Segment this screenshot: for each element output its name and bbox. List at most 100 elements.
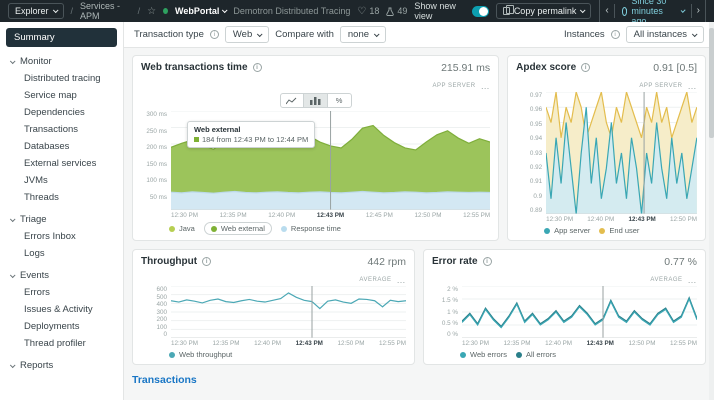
- dashboard-content: Web transactions time 215.91 ms APP SERV…: [124, 48, 714, 400]
- sidebar-section-events[interactable]: Events: [0, 265, 123, 284]
- bar-chart-toggle-button[interactable]: [303, 93, 328, 108]
- legend-item[interactable]: Response time: [280, 224, 341, 233]
- breadcrumb-services[interactable]: Services - APM: [80, 1, 131, 21]
- sidebar-item[interactable]: Issues & Activity: [0, 301, 123, 318]
- section-label: Triage: [20, 214, 47, 225]
- x-tick-label: 12:50 PM: [337, 340, 365, 347]
- favorite-star-icon[interactable]: ☆: [147, 6, 156, 17]
- instances-value: All instances: [633, 29, 687, 40]
- y-tick-label: 100: [156, 323, 167, 331]
- y-tick-label: 0.97: [529, 92, 543, 99]
- chart-plot-area: 300 ms 250 ms 200 ms 150 ms 100 ms 50 ms Web …: [141, 111, 491, 210]
- web-transactions-chart[interactable]: Web external 184 from 12:43 PM to 12:44 …: [171, 111, 491, 210]
- info-icon[interactable]: [209, 30, 219, 39]
- card-metric: 0.77 % AVERAGE …: [650, 256, 697, 286]
- sidebar-events-items: Errors Issues & Activity Deployments Thread…: [0, 284, 123, 352]
- sidebar-item[interactable]: Databases: [0, 138, 123, 155]
- experiments-count[interactable]: 49: [386, 6, 407, 16]
- sidebar-item[interactable]: Deployments: [0, 318, 123, 335]
- chevron-down-icon: [580, 7, 586, 14]
- legend-item[interactable]: Web throughput: [169, 350, 232, 359]
- sidebar-item[interactable]: Errors Inbox: [0, 228, 123, 245]
- sidebar-section-triage[interactable]: Triage: [0, 209, 123, 228]
- app-selector[interactable]: WebPortal: [175, 6, 228, 16]
- error-rate-chart[interactable]: [462, 286, 697, 338]
- metric-value: 215.91 ms: [441, 62, 491, 74]
- top-navigation-bar: Explorer / Services - APM / ☆ WebPortal …: [0, 0, 714, 29]
- legend-item[interactable]: Java: [169, 224, 195, 233]
- instances-controls: Instances All instances: [564, 26, 704, 43]
- explorer-menu-button[interactable]: Explorer: [8, 3, 64, 19]
- section-label: Reports: [20, 360, 54, 371]
- sidebar-item[interactable]: External services: [0, 155, 123, 172]
- card-metric: 215.91 ms APP SERVER …: [432, 62, 490, 92]
- legend-item[interactable]: App server: [544, 226, 590, 235]
- chevron-down-icon: [691, 30, 698, 37]
- legend-item[interactable]: Web errors: [460, 350, 507, 359]
- y-axis-labels: 600 500 400 300 200 100 0: [141, 286, 171, 338]
- sidebar-section-reports[interactable]: Reports: [0, 355, 123, 374]
- legend-label: End user: [609, 226, 640, 235]
- time-back-button[interactable]: ‹: [600, 4, 615, 18]
- sidebar-section-monitor[interactable]: Monitor: [0, 51, 123, 70]
- y-tick-label: 400: [156, 301, 167, 308]
- time-forward-button[interactable]: ›: [690, 4, 705, 18]
- info-icon[interactable]: [482, 257, 492, 266]
- compare-with-label: Compare with: [275, 29, 334, 40]
- metric-sub-label: APP SERVER: [432, 83, 476, 89]
- x-tick-label: 12:40 PM: [268, 212, 296, 219]
- info-icon[interactable]: [252, 63, 262, 72]
- legend-dot: [460, 351, 466, 358]
- card-menu-button[interactable]: …: [397, 275, 407, 285]
- card-title-text: Error rate: [432, 256, 478, 267]
- chart-plot-area: 2 % 1.5 % 1 % 0.5 % 0 %: [432, 286, 697, 338]
- copy-permalink-button[interactable]: Copy permalink: [495, 3, 592, 19]
- y-tick-label: 50 ms: [149, 193, 167, 201]
- legend-dot: [544, 227, 551, 234]
- card-menu-button[interactable]: …: [688, 81, 698, 91]
- sidebar-item[interactable]: Service map: [0, 87, 123, 104]
- card-title: Throughput: [141, 256, 212, 267]
- sidebar-item[interactable]: Threads: [0, 189, 123, 206]
- scrollbar[interactable]: [709, 22, 714, 400]
- sidebar-item[interactable]: Logs: [0, 245, 123, 262]
- show-new-view-label: Show new view: [414, 1, 456, 21]
- info-icon[interactable]: [610, 30, 620, 39]
- card-title: Web transactions time: [141, 62, 262, 73]
- legend-item[interactable]: Web external: [203, 222, 272, 235]
- y-tick-label: 100 ms: [146, 177, 167, 184]
- card-menu-button[interactable]: …: [481, 81, 491, 91]
- scrollbar-thumb[interactable]: [709, 28, 714, 138]
- instances-select[interactable]: All instances: [625, 26, 704, 43]
- y-tick-label: 0.91: [529, 178, 543, 186]
- sidebar-item[interactable]: Distributed tracing: [0, 70, 123, 87]
- sidebar-item[interactable]: Transactions: [0, 121, 123, 138]
- legend-item[interactable]: All errors: [515, 350, 556, 359]
- sidebar-item[interactable]: Dependencies: [0, 104, 123, 121]
- line-chart-toggle-button[interactable]: [279, 93, 304, 108]
- info-icon[interactable]: [581, 63, 591, 72]
- transactions-section-title[interactable]: Transactions: [132, 374, 706, 386]
- throughput-chart[interactable]: [171, 286, 406, 338]
- sidebar-item[interactable]: JVMs: [0, 172, 123, 189]
- percent-toggle-button[interactable]: %: [327, 93, 352, 108]
- x-tick-label: 12:35 PM: [503, 340, 531, 347]
- sidebar-item-summary[interactable]: Summary: [6, 28, 117, 47]
- card-title: Error rate: [432, 256, 492, 267]
- compare-with-select[interactable]: none: [339, 26, 387, 43]
- apdex-chart[interactable]: [546, 92, 697, 214]
- flask-icon: [386, 7, 395, 16]
- sidebar-item[interactable]: Thread profiler: [0, 335, 123, 352]
- card-menu-button[interactable]: …: [688, 275, 698, 285]
- favorites-count[interactable]: ♡ 18: [357, 6, 379, 17]
- legend-label: Web throughput: [179, 350, 233, 359]
- x-tick-label: 12:43 PM: [628, 216, 656, 223]
- info-icon[interactable]: [202, 257, 212, 266]
- transaction-type-select[interactable]: Web: [224, 26, 270, 43]
- sidebar-item[interactable]: Errors: [0, 284, 123, 301]
- legend-item[interactable]: End user: [599, 226, 639, 235]
- show-new-view-toggle[interactable]: [472, 5, 489, 17]
- breadcrumb-separator: /: [70, 6, 74, 16]
- tooltip-title: Web external: [193, 124, 241, 134]
- chart-legend: Java Web external Response time: [169, 222, 490, 235]
